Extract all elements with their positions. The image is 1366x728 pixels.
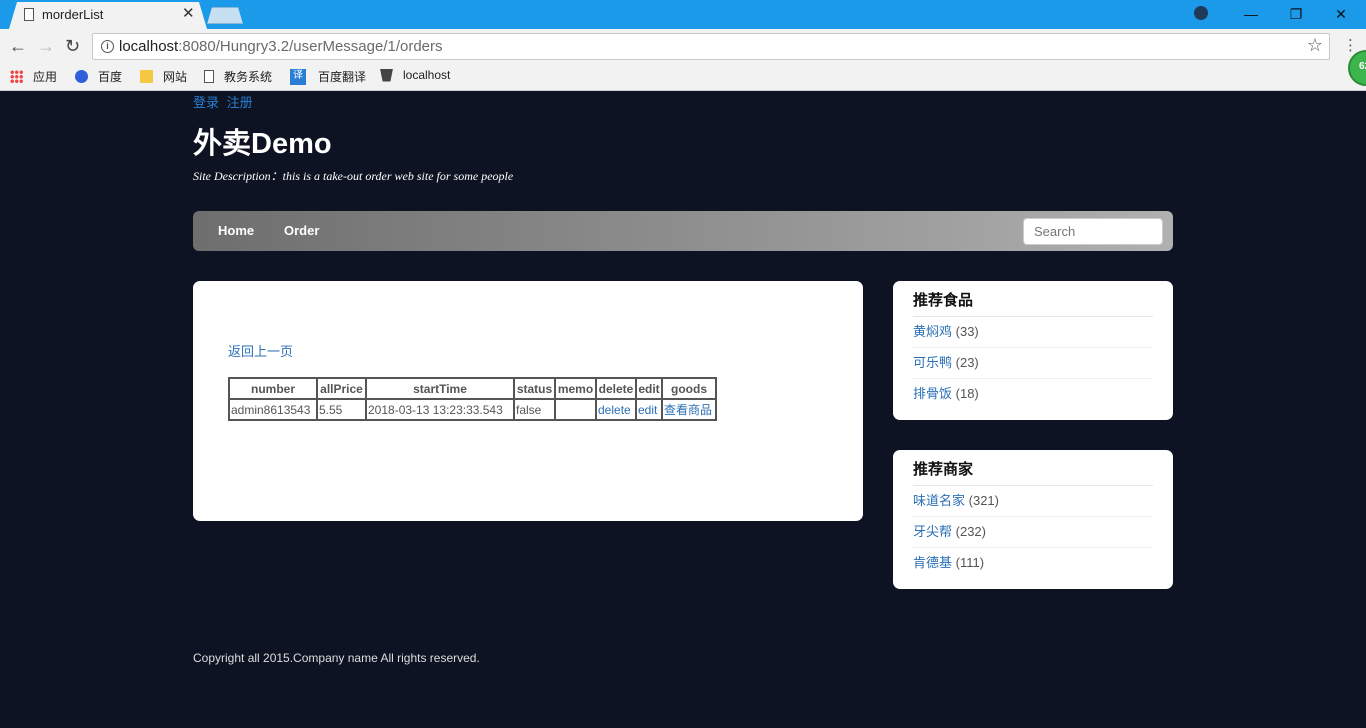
- browser-tab[interactable]: [9, 2, 207, 29]
- column-header: memo: [554, 377, 597, 400]
- auth-links: 登录 注册: [193, 92, 257, 111]
- bookmark-apps[interactable]: 应用: [10, 68, 57, 85]
- item-count: (23): [955, 355, 979, 370]
- back-link[interactable]: 返回上一页: [228, 341, 293, 360]
- orders-panel: 返回上一页 number allPrice startTime status m…: [193, 281, 863, 521]
- list-item: 黄焖鸡 (33): [913, 317, 1153, 348]
- new-tab-button[interactable]: [207, 7, 243, 24]
- column-header: status: [513, 377, 556, 400]
- register-link[interactable]: 注册: [227, 95, 253, 110]
- info-icon[interactable]: i: [101, 40, 114, 53]
- food-link[interactable]: 可乐鸭: [913, 355, 952, 370]
- site-title: 外卖Demo: [193, 128, 332, 160]
- close-window-button[interactable]: ✕: [1318, 0, 1364, 29]
- column-header: delete: [595, 377, 637, 400]
- baidu-paw-icon: [75, 70, 88, 83]
- site-description: Site Description：this is a take-out orde…: [193, 169, 514, 183]
- shop-link[interactable]: 牙尖帮: [913, 524, 952, 539]
- recommended-foods-panel: 推荐食品 黄焖鸡 (33) 可乐鸭 (23) 排骨饭 (18): [893, 281, 1173, 420]
- orders-table: number allPrice startTime status memo de…: [228, 377, 717, 421]
- column-header: edit: [635, 377, 663, 400]
- nav-home[interactable]: Home: [218, 223, 254, 238]
- item-count: (111): [955, 555, 985, 570]
- cell-goods: 查看商品: [661, 398, 717, 421]
- column-header: allPrice: [316, 377, 367, 400]
- panel-title: 推荐食品: [913, 291, 1153, 317]
- profile-icon[interactable]: [1194, 6, 1208, 20]
- bookmark-label: 百度: [98, 70, 123, 84]
- main-navbar: Home Order: [193, 211, 1173, 251]
- bookmark-jiaowu[interactable]: 教务系统: [204, 68, 272, 85]
- food-link[interactable]: 黄焖鸡: [913, 324, 952, 339]
- cell-edit: edit: [635, 398, 663, 421]
- close-tab-icon[interactable]: ✕: [182, 5, 195, 23]
- cell-memo: [554, 398, 597, 421]
- panel-title: 推荐商家: [913, 460, 1153, 486]
- browser-toolbar: ← → ↻ i localhost:8080/Hungry3.2/userMes…: [0, 29, 1366, 64]
- bookmark-star-icon[interactable]: ☆: [1307, 35, 1323, 56]
- column-header: goods: [661, 377, 717, 400]
- bookmark-label: localhost: [403, 68, 451, 82]
- minimize-button[interactable]: —: [1228, 0, 1274, 29]
- bookmark-folder-web[interactable]: 网站: [140, 68, 187, 85]
- login-link[interactable]: 登录: [193, 95, 219, 110]
- translate-icon: 译: [290, 68, 306, 85]
- edit-link[interactable]: edit: [638, 403, 657, 417]
- cell-allprice: 5.55: [316, 398, 367, 421]
- bookmark-baidu[interactable]: 百度: [75, 68, 122, 85]
- tab-title[interactable]: morderList: [42, 7, 103, 22]
- list-item: 肯德基 (111): [913, 548, 1153, 579]
- tomcat-icon: [380, 68, 393, 82]
- item-count: (18): [955, 386, 979, 401]
- cell-status: false: [513, 398, 556, 421]
- page-icon: [204, 70, 214, 83]
- url-text[interactable]: localhost:8080/Hungry3.2/userMessage/1/o…: [119, 38, 443, 55]
- bookmarks-bar: 应用 百度 网站 教务系统 译 百度翻译 localhost: [0, 64, 1366, 91]
- url-host: localhost: [119, 38, 179, 55]
- shop-link[interactable]: 味道名家: [913, 493, 965, 508]
- list-item: 排骨饭 (18): [913, 379, 1153, 410]
- view-goods-link[interactable]: 查看商品: [664, 403, 712, 417]
- bookmark-label: 网站: [163, 70, 188, 84]
- bookmark-label: 应用: [33, 70, 58, 84]
- item-count: (33): [955, 324, 979, 339]
- cell-number: admin8613543: [228, 398, 318, 421]
- bookmark-localhost[interactable]: localhost: [380, 68, 450, 82]
- page-icon: [24, 8, 34, 21]
- url-path: :8080/Hungry3.2/userMessage/1/orders: [178, 38, 443, 55]
- apps-grid-icon: [10, 70, 23, 83]
- item-count: (321): [968, 493, 999, 508]
- folder-icon: [140, 70, 153, 83]
- cell-delete: delete: [595, 398, 637, 421]
- bookmark-fanyi[interactable]: 译 百度翻译: [290, 68, 366, 85]
- list-item: 牙尖帮 (232): [913, 517, 1153, 548]
- item-count: (232): [955, 524, 986, 539]
- bookmark-label: 教务系统: [224, 70, 273, 84]
- delete-link[interactable]: delete: [598, 403, 631, 417]
- nav-order[interactable]: Order: [284, 223, 319, 238]
- forward-arrow-icon[interactable]: →: [37, 35, 55, 57]
- list-item: 味道名家 (321): [913, 486, 1153, 517]
- address-bar[interactable]: i localhost:8080/Hungry3.2/userMessage/1…: [92, 33, 1330, 60]
- recommended-shops-panel: 推荐商家 味道名家 (321) 牙尖帮 (232) 肯德基 (111): [893, 450, 1173, 589]
- shop-link[interactable]: 肯德基: [913, 555, 952, 570]
- list-item: 可乐鸭 (23): [913, 348, 1153, 379]
- column-header: startTime: [365, 377, 515, 400]
- back-arrow-icon[interactable]: ←: [9, 35, 27, 57]
- footer-copyright: Copyright all 2015.Company name All righ…: [193, 651, 480, 665]
- column-header: number: [228, 377, 318, 400]
- restore-button[interactable]: ❐: [1273, 0, 1319, 29]
- food-link[interactable]: 排骨饭: [913, 386, 952, 401]
- bookmark-label: 百度翻译: [318, 70, 367, 84]
- table-header-row: number allPrice startTime status memo de…: [228, 377, 717, 400]
- search-input[interactable]: [1023, 218, 1163, 245]
- table-row: admin8613543 5.55 2018-03-13 13:23:33.54…: [228, 398, 717, 421]
- cell-starttime: 2018-03-13 13:23:33.543: [365, 398, 515, 421]
- browser-tab-bar: morderList ✕ — ❐ ✕: [0, 0, 1366, 29]
- reload-icon[interactable]: ↻: [65, 35, 80, 57]
